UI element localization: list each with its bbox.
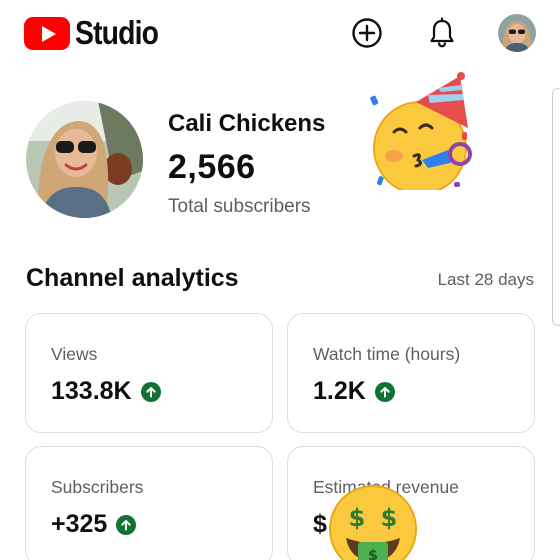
- partying-face-emoji: [370, 72, 472, 190]
- card-value-row: +325: [51, 510, 137, 539]
- card-value: 1.2K: [313, 377, 366, 405]
- notifications-button[interactable]: [425, 16, 459, 50]
- card-value-row: 133.8K: [51, 377, 161, 406]
- card-value: 133.8K: [51, 377, 132, 405]
- next-panel-edge[interactable]: [552, 88, 560, 326]
- trend-up-icon: [116, 514, 137, 535]
- card-label: Subscribers: [51, 477, 144, 497]
- logo-text: Studio: [75, 14, 159, 51]
- youtube-play-icon: [24, 16, 70, 50]
- card-value-row: 1.2K: [313, 377, 395, 406]
- svg-text:$: $: [381, 504, 398, 532]
- channel-avatar-photo: [26, 101, 143, 218]
- channel-name: Cali Chickens: [168, 110, 326, 137]
- card-value-row: $: [313, 510, 327, 539]
- views-card[interactable]: Views 133.8K: [25, 313, 273, 433]
- top-app-bar: Studio: [0, 0, 560, 68]
- svg-text:$: $: [349, 504, 366, 532]
- card-label: Watch time (hours): [313, 344, 461, 364]
- svg-text:$: $: [368, 548, 378, 560]
- subscriber-count-label: Total subscribers: [168, 196, 311, 217]
- date-range-label[interactable]: Last 28 days: [438, 270, 534, 290]
- card-label: Views: [51, 344, 98, 364]
- watch-time-card[interactable]: Watch time (hours) 1.2K: [287, 313, 535, 433]
- card-value: +325: [51, 510, 108, 538]
- money-mouth-face-emoji: $ $ $: [329, 485, 417, 560]
- account-avatar[interactable]: [498, 14, 536, 52]
- youtube-studio-logo[interactable]: Studio: [24, 15, 172, 51]
- section-title: Channel analytics: [26, 264, 239, 292]
- trend-up-icon: [140, 381, 161, 402]
- subscribers-card[interactable]: Subscribers +325: [25, 446, 273, 560]
- avatar-photo: [498, 14, 536, 52]
- create-button[interactable]: [350, 16, 384, 50]
- card-value: $: [313, 510, 327, 538]
- add-circle-icon: [352, 18, 382, 48]
- subscriber-count: 2,566: [168, 148, 256, 186]
- bell-icon: [430, 17, 454, 48]
- trend-up-icon: [374, 381, 395, 402]
- channel-avatar[interactable]: [26, 101, 143, 218]
